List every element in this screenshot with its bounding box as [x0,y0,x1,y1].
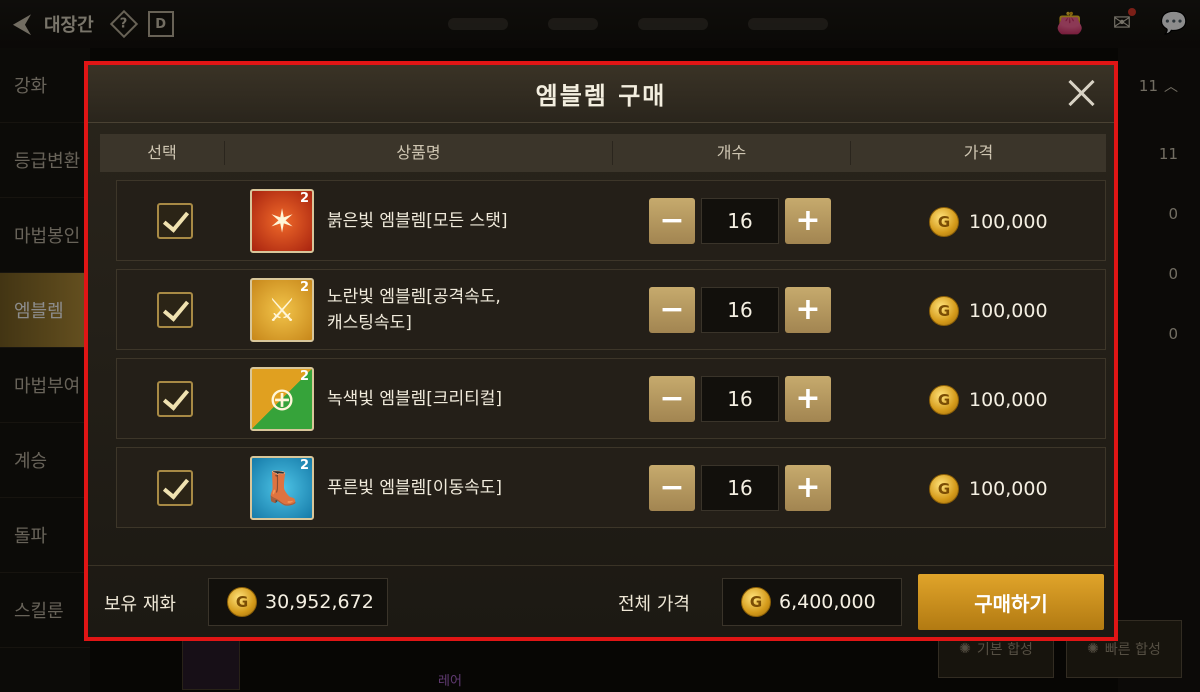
price-value: 100,000 [969,210,1048,233]
gold-coin-icon: G [741,587,771,617]
gold-coin-icon: G [227,587,257,617]
table-row: 👢 2 푸른빛 엠블렘[이동속도] − 16 + G 100,000 [116,447,1106,528]
close-icon[interactable] [1064,76,1098,110]
quantity-stepper: − 16 + [649,198,831,244]
price-value: 100,000 [969,299,1048,322]
emblem-list: ✶ 2 붉은빛 엠블렘[모든 스탯] − 16 + G 100,000 ⚔ 2 노란… [116,180,1106,536]
table-row: ✶ 2 붉은빛 엠블렘[모든 스탯] − 16 + G 100,000 [116,180,1106,261]
table-row: ⊕ 2 녹색빛 엠블렘[크리티컬] − 16 + G 100,000 [116,358,1106,439]
item-name: 푸른빛 엠블렘[이동속도] [327,477,503,498]
quantity-input[interactable]: 16 [701,198,779,244]
column-count: 개수 [613,141,851,165]
select-checkbox[interactable] [157,470,193,506]
gold-coin-icon: G [929,384,959,415]
increase-button[interactable]: + [785,376,831,422]
price-value: 100,000 [969,477,1048,500]
column-price: 가격 [963,143,994,162]
column-product: 상품명 [225,141,613,165]
item-price: G 100,000 [929,448,1048,529]
quantity-input[interactable]: 16 [701,287,779,333]
quantity-input[interactable]: 16 [701,376,779,422]
table-header: 선택 상품명 개수 가격 [100,134,1106,172]
crosshair-icon: ⊕ 2 [250,367,314,431]
table-row: ⚔ 2 노란빛 엠블렘[공격속도, 캐스팅속도] − 16 + G 100,000 [116,269,1106,350]
purchase-button[interactable]: 구매하기 [918,574,1104,630]
quantity-input[interactable]: 16 [701,465,779,511]
dialog-header: 엠블렘 구매 [88,65,1114,123]
item-name: 노란빛 엠블렘[공격속도, 캐스팅속도] [327,287,501,333]
gold-coin-icon: G [929,206,959,237]
decrease-button[interactable]: − [649,465,695,511]
select-checkbox[interactable] [157,203,193,239]
total-price-box: G 6,400,000 [722,578,902,626]
decrease-button[interactable]: − [649,376,695,422]
gold-coin-icon: G [929,295,959,326]
price-value: 100,000 [969,388,1048,411]
total-price-label: 전체 가격 [618,594,690,615]
sword-icon: ⚔ 2 [250,278,314,342]
owned-currency-label: 보유 재화 [104,594,176,615]
select-checkbox[interactable] [157,292,193,328]
quantity-stepper: − 16 + [649,465,831,511]
item-price: G 100,000 [929,359,1048,440]
item-price: G 100,000 [929,181,1048,262]
boot-icon: 👢 2 [250,456,314,520]
owned-currency-value: 30,952,672 [265,591,374,613]
select-checkbox[interactable] [157,381,193,417]
quantity-stepper: − 16 + [649,287,831,333]
increase-button[interactable]: + [785,198,831,244]
item-price: G 100,000 [929,270,1048,351]
stat-icon: ✶ 2 [250,189,314,253]
emblem-purchase-dialog: 엠블렘 구매 선택 상품명 개수 가격 ✶ 2 붉은빛 엠블렘[모든 스탯] − … [84,61,1118,641]
item-name: 붉은빛 엠블렘[모든 스탯] [327,210,508,231]
increase-button[interactable]: + [785,287,831,333]
total-price-value: 6,400,000 [779,591,876,613]
column-select: 선택 [100,141,225,165]
dialog-footer: 보유 재화 G 30,952,672 전체 가격 G 6,400,000 구매하… [88,565,1114,637]
item-name: 녹색빛 엠블렘[크리티컬] [327,388,503,409]
dialog-title: 엠블렘 구매 [535,82,667,110]
owned-currency-box: G 30,952,672 [208,578,388,626]
decrease-button[interactable]: − [649,287,695,333]
quantity-stepper: − 16 + [649,376,831,422]
decrease-button[interactable]: − [649,198,695,244]
gold-coin-icon: G [929,473,959,504]
increase-button[interactable]: + [785,465,831,511]
